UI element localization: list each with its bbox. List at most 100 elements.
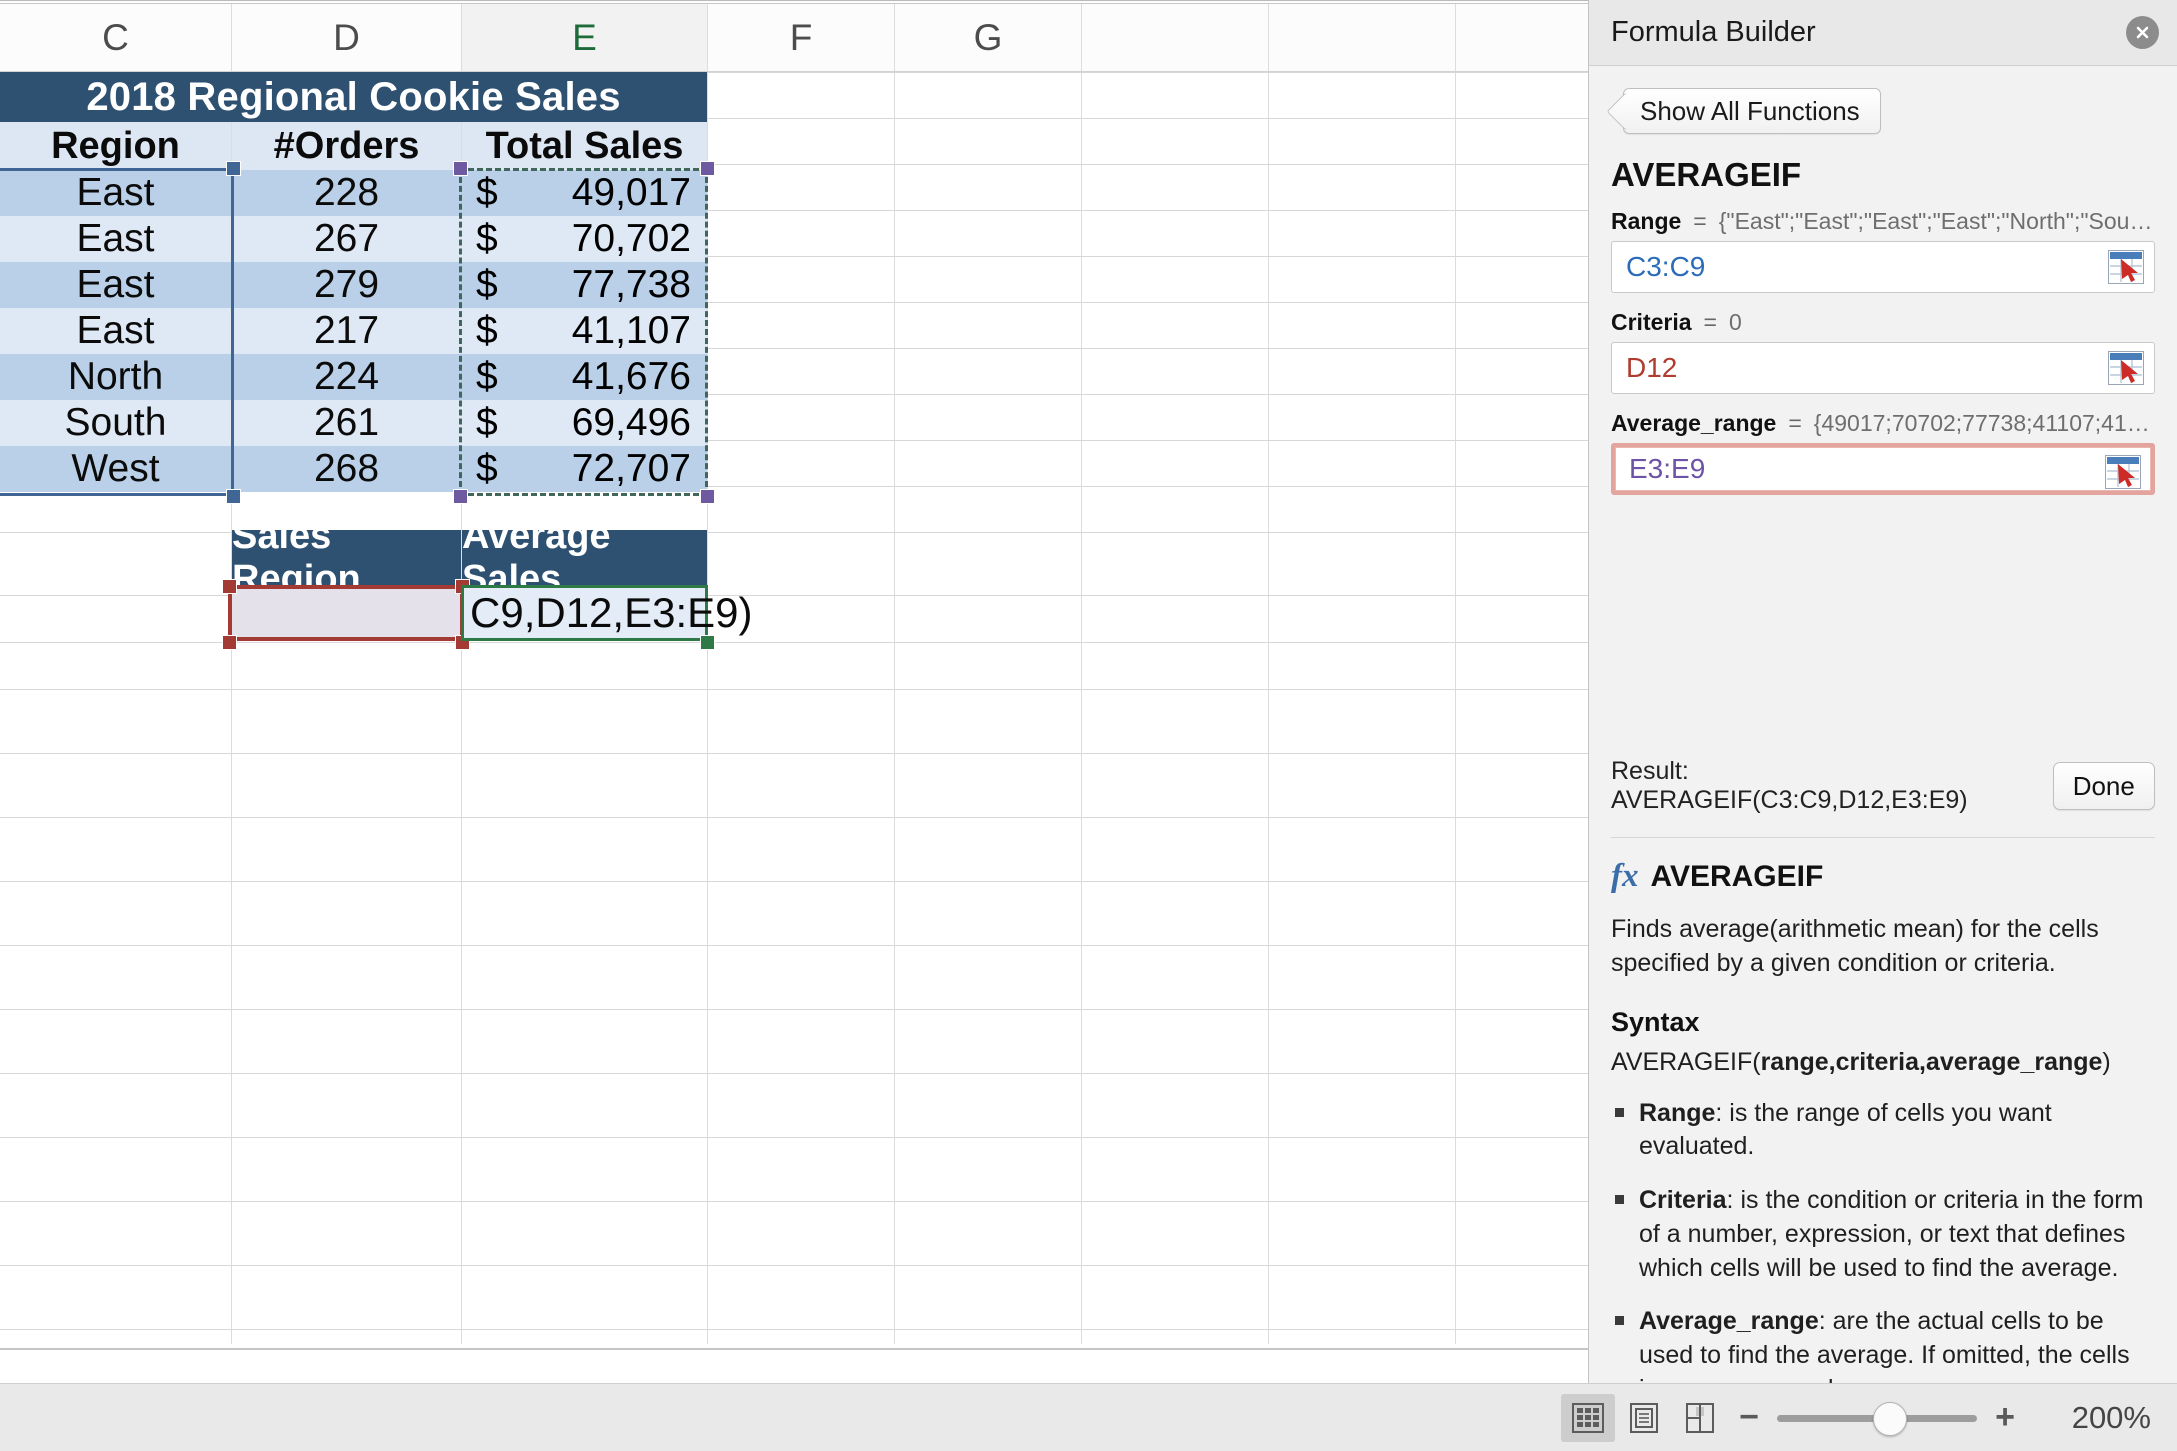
cell-c4[interactable]: East — [0, 216, 231, 262]
cell-e7[interactable]: $ 41,676 — [462, 354, 707, 400]
cell-d5-text: 279 — [313, 263, 380, 306]
cell-e7-amount: 41,676 — [571, 355, 691, 398]
cell-d6[interactable]: 217 — [232, 308, 461, 354]
column-header-h[interactable] — [1082, 4, 1269, 71]
cell-c7[interactable]: North — [0, 354, 231, 400]
summary-header-sales-region: Sales Region — [232, 515, 461, 600]
zoom-slider-knob[interactable] — [1873, 1401, 1907, 1436]
argument-criteria-input[interactable]: D12 — [1611, 342, 2155, 394]
cell-e6[interactable]: $ 41,107 — [462, 308, 707, 354]
cell-c6[interactable]: East — [0, 308, 231, 354]
table-header-region-label: Region — [51, 124, 180, 167]
syntax-prefix: AVERAGEIF( — [1611, 1047, 1761, 1076]
column-header-row: C D E F G — [0, 4, 1588, 72]
cell-c3[interactable]: East — [0, 170, 231, 216]
gridline-h-18 — [0, 945, 1588, 946]
page-layout-icon[interactable] — [1617, 1394, 1671, 1442]
spreadsheet-area: C D E F G 2018 Regional Cookie Sales Reg… — [0, 0, 1588, 1383]
argument-range-input[interactable]: C3:C9 — [1611, 241, 2155, 293]
cell-d4[interactable]: 267 — [232, 216, 461, 262]
cell-d8[interactable]: 261 — [232, 400, 461, 446]
result-label: Result: — [1611, 757, 1689, 785]
cell-e9[interactable]: $ 72,707 — [462, 446, 707, 492]
zoom-in-button[interactable]: + — [1985, 1394, 2025, 1442]
gridline-h-19 — [0, 1009, 1588, 1010]
column-header-c[interactable]: C — [0, 4, 232, 71]
cell-c4-text: East — [76, 217, 155, 260]
excel-window: C D E F G 2018 Regional Cookie Sales Reg… — [0, 0, 2177, 1451]
selection-handle-c-bottom[interactable] — [226, 489, 241, 504]
cell-grid[interactable]: 2018 Regional Cookie Sales Region #Order… — [0, 72, 1588, 1344]
selection-handle-e-topleft[interactable] — [453, 161, 468, 176]
selection-handle-c-top[interactable] — [226, 161, 241, 176]
cell-c8[interactable]: South — [0, 400, 231, 446]
criteria-handle-topleft[interactable] — [222, 579, 237, 594]
cell-e8[interactable]: $ 69,496 — [462, 400, 707, 446]
column-header-j[interactable] — [1456, 4, 1588, 71]
done-button[interactable]: Done — [2052, 762, 2155, 810]
selection-handle-e-bottomleft[interactable] — [453, 489, 468, 504]
cell-d7[interactable]: 224 — [232, 354, 461, 400]
cell-d5[interactable]: 279 — [232, 262, 461, 308]
gridline-h-17 — [0, 881, 1588, 882]
column-header-f[interactable]: F — [708, 4, 895, 71]
selection-handle-e-bottomright[interactable] — [700, 489, 715, 504]
current-function-name: AVERAGEIF — [1611, 156, 1802, 193]
show-all-functions-button[interactable]: Show All Functions — [1623, 88, 1881, 134]
summary-header-average-sales: Average Sales — [462, 515, 707, 600]
status-bar: − + 200% — [0, 1383, 2177, 1451]
table-header-total-sales-label: Total Sales — [485, 124, 684, 167]
table-header-orders-label: #Orders — [273, 124, 420, 167]
cell-e8-currency: $ — [476, 401, 498, 444]
argument-average-range-label: Average_range — [1611, 410, 1777, 436]
panel-divider — [1611, 837, 2155, 838]
column-header-d-label: D — [333, 16, 360, 58]
zoom-out-label: − — [1739, 1398, 1759, 1436]
argument-average-range-input[interactable]: E3:E9 — [1611, 443, 2155, 495]
column-header-d[interactable]: D — [232, 4, 462, 71]
formula-builder-panel: Formula Builder Show All Functions AVERA… — [1588, 0, 2177, 1383]
column-header-g[interactable]: G — [895, 4, 1082, 71]
range-picker-icon[interactable] — [2108, 250, 2144, 284]
page-break-icon[interactable] — [1673, 1394, 1727, 1442]
cell-d3[interactable]: 228 — [232, 170, 461, 216]
cell-c9[interactable]: West — [0, 446, 231, 492]
cell-d7-text: 224 — [313, 355, 380, 398]
cell-d8-text: 261 — [313, 401, 380, 444]
formula-cell-fill-handle[interactable] — [700, 635, 715, 650]
cell-e6-currency: $ — [476, 309, 498, 352]
criteria-handle-bottomleft[interactable] — [222, 635, 237, 650]
normal-view-icon[interactable] — [1561, 1393, 1615, 1442]
cell-c5[interactable]: East — [0, 262, 231, 308]
gridline-v-e-f — [707, 72, 708, 1344]
zoom-slider[interactable] — [1777, 1394, 1977, 1442]
cell-e4-amount: 70,702 — [571, 217, 691, 260]
close-icon[interactable] — [2126, 16, 2159, 49]
column-header-i[interactable] — [1269, 4, 1456, 71]
criteria-picker-icon[interactable] — [2108, 351, 2144, 385]
gridline-h-16 — [0, 817, 1588, 818]
cell-e6-amount: 41,107 — [571, 309, 691, 352]
help-bullet-criteria-term: Criteria — [1639, 1186, 1727, 1214]
gridline-h-13 — [0, 642, 1588, 643]
cell-e3[interactable]: $ 49,017 — [462, 170, 707, 216]
cell-e5[interactable]: $ 77,738 — [462, 262, 707, 308]
gridline-v-f-g — [894, 72, 895, 1344]
table-title-label: 2018 Regional Cookie Sales — [86, 74, 621, 119]
zoom-out-button[interactable]: − — [1729, 1394, 1769, 1442]
selection-handle-e-topright[interactable] — [700, 161, 715, 176]
column-header-g-label: G — [973, 16, 1003, 58]
cell-c8-text: South — [64, 401, 167, 444]
panel-title: Formula Builder — [1611, 16, 1816, 48]
argument-average-range-equals: = — [1788, 410, 1802, 436]
summary-header-sales-region-label: Sales Region — [232, 514, 361, 600]
gridline-h-14 — [0, 689, 1588, 690]
cell-d9[interactable]: 268 — [232, 446, 461, 492]
average-range-picker-icon[interactable] — [2105, 455, 2141, 489]
gridline-h-15 — [0, 753, 1588, 754]
argument-criteria-equals: = — [1703, 309, 1717, 335]
cell-e3-currency: $ — [476, 171, 498, 214]
column-header-e[interactable]: E — [462, 4, 708, 71]
cell-e4[interactable]: $ 70,702 — [462, 216, 707, 262]
argument-range: Range = {"East";"East";"East";"East";"No… — [1611, 208, 2155, 293]
